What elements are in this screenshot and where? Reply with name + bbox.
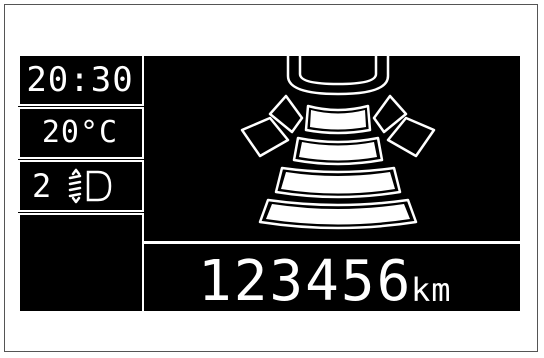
odometer-unit: km xyxy=(411,271,452,309)
parking-sensor-display-icon xyxy=(218,56,458,234)
cluster-display: 20:30 20°C 2 123456 km xyxy=(18,54,522,313)
headlight-level-readout: 2 xyxy=(32,167,53,205)
clock-readout: 20:30 xyxy=(26,60,134,100)
empty-cell xyxy=(18,213,144,313)
temperature-readout: 20°C xyxy=(41,115,119,150)
headlight-beam-adjust-icon xyxy=(64,166,116,206)
odometer-value: 123456 xyxy=(198,249,413,314)
